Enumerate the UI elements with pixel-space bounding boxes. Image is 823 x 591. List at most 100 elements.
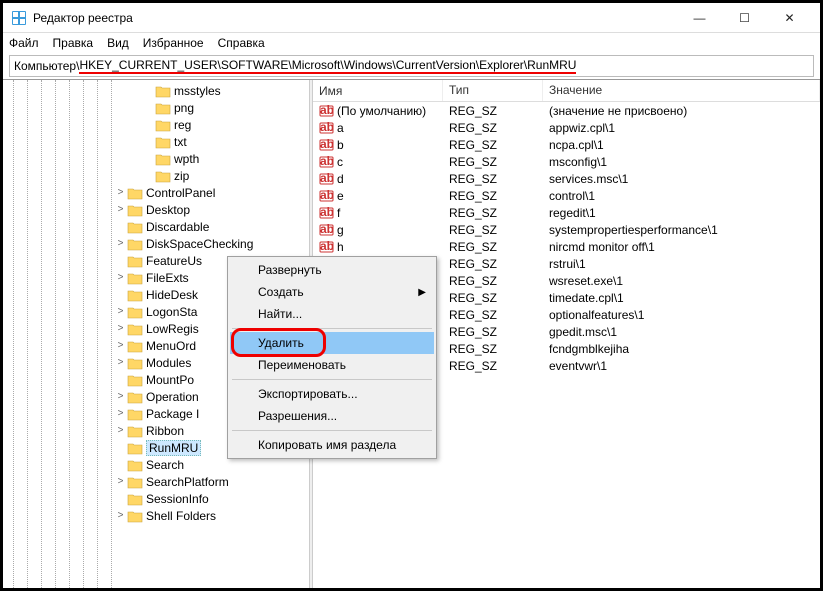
tree-item[interactable]: txt (3, 133, 309, 150)
ctx-create[interactable]: Создать▶ (230, 281, 434, 303)
list-row[interactable]: abeREG_SZcontrol\1 (313, 187, 820, 204)
tree-item[interactable]: png (3, 99, 309, 116)
ctx-permissions[interactable]: Разрешения... (230, 405, 434, 427)
menu-help[interactable]: Справка (218, 36, 265, 50)
menu-view[interactable]: Вид (107, 36, 129, 50)
svg-text:ab: ab (320, 138, 334, 151)
value-type: REG_SZ (443, 138, 543, 152)
tree-item[interactable]: reg (3, 116, 309, 133)
tree-item-label: MountPo (146, 373, 194, 387)
svg-text:ab: ab (320, 240, 334, 253)
value-type: REG_SZ (443, 291, 543, 305)
col-type[interactable]: Тип (443, 80, 543, 101)
tree-item-label: HideDesk (146, 288, 198, 302)
folder-icon (127, 373, 143, 387)
tree-item-label: zip (174, 169, 189, 183)
ctx-export[interactable]: Экспортировать... (230, 383, 434, 405)
list-row[interactable]: abaREG_SZappwiz.cpl\1 (313, 119, 820, 136)
tree-item[interactable]: wpth (3, 150, 309, 167)
tree-item-label: LowRegis (146, 322, 199, 336)
ctx-copyname[interactable]: Копировать имя раздела (230, 434, 434, 456)
folder-icon (127, 475, 143, 489)
value-type: REG_SZ (443, 206, 543, 220)
tree-item[interactable]: >Shell Folders (3, 507, 309, 524)
value-type: REG_SZ (443, 240, 543, 254)
value-name: a (337, 121, 344, 135)
expander-icon[interactable]: > (115, 510, 126, 521)
menu-edit[interactable]: Правка (53, 36, 94, 50)
chevron-right-icon: ▶ (418, 287, 426, 298)
folder-icon (127, 322, 143, 336)
expander-icon[interactable]: > (115, 187, 126, 198)
list-row[interactable]: abb REG_SZncpa.cpl\1 (313, 136, 820, 153)
folder-icon (127, 254, 143, 268)
string-value-icon: ab (319, 206, 335, 220)
expander-icon[interactable]: > (115, 340, 126, 351)
ctx-delete[interactable]: Удалить (230, 332, 434, 354)
tree-item[interactable]: > DiskSpaceChecking (3, 235, 309, 252)
expander-icon[interactable]: > (115, 306, 126, 317)
folder-icon (155, 135, 171, 149)
menu-favorites[interactable]: Избранное (143, 36, 204, 50)
window-title: Редактор реестра (33, 11, 677, 25)
expander-icon[interactable]: > (115, 476, 126, 487)
list-row[interactable]: abgREG_SZsystempropertiesperformance\1 (313, 221, 820, 238)
expander-icon[interactable]: > (115, 238, 126, 249)
ctx-expand[interactable]: Развернуть (230, 259, 434, 281)
expander-icon[interactable]: > (115, 272, 126, 283)
list-row[interactable]: abfREG_SZregedit\1 (313, 204, 820, 221)
folder-icon (127, 203, 143, 217)
tree-item[interactable]: > SearchPlatform (3, 473, 309, 490)
value-data: systempropertiesperformance\1 (543, 223, 820, 237)
expander-icon[interactable]: > (115, 391, 126, 402)
address-bar[interactable]: Компьютер\HKEY_CURRENT_USER\SOFTWARE\Mic… (9, 55, 814, 77)
tree-item-label: DiskSpaceChecking (146, 237, 253, 251)
tree-item[interactable]: >ControlPanel (3, 184, 309, 201)
tree-item-label: Package I (146, 407, 199, 421)
expander-icon[interactable]: > (115, 357, 126, 368)
svg-text:ab: ab (320, 172, 334, 185)
string-value-icon: ab (319, 121, 335, 135)
maximize-button[interactable]: ☐ (722, 3, 767, 32)
tree-item-label: RunMRU (146, 440, 201, 456)
value-name: h (337, 240, 344, 254)
tree-item-label: Modules (146, 356, 191, 370)
address-prefix: Компьютер\ (14, 59, 79, 73)
list-row[interactable]: abhREG_SZnircmd monitor off\1 (313, 238, 820, 255)
tree-item[interactable]: >Desktop (3, 201, 309, 218)
folder-icon (127, 356, 143, 370)
value-data: ncpa.cpl\1 (543, 138, 820, 152)
value-type: REG_SZ (443, 223, 543, 237)
tree-item[interactable]: Discardable (3, 218, 309, 235)
value-type: REG_SZ (443, 257, 543, 271)
tree-item-label: LogonSta (146, 305, 197, 319)
minimize-button[interactable]: — (677, 3, 722, 32)
close-button[interactable]: ✕ (767, 3, 812, 32)
tree-item[interactable]: msstyles (3, 82, 309, 99)
tree-item[interactable]: zip (3, 167, 309, 184)
expander-icon[interactable]: > (115, 425, 126, 436)
svg-text:ab: ab (320, 206, 334, 219)
value-data: fcndgmblkejiha (543, 342, 820, 356)
tree-item-label: SearchPlatform (146, 475, 229, 489)
value-name: b (337, 138, 344, 152)
tree-item[interactable]: SessionInfo (3, 490, 309, 507)
expander-icon[interactable]: > (115, 204, 126, 215)
value-name: f (337, 206, 340, 220)
list-row[interactable]: abdREG_SZservices.msc\1 (313, 170, 820, 187)
col-name[interactable]: Имя (313, 80, 443, 101)
col-data[interactable]: Значение (543, 80, 820, 101)
tree-item-label: Discardable (146, 220, 209, 234)
menu-file[interactable]: Файл (9, 36, 39, 50)
folder-icon (127, 288, 143, 302)
svg-text:ab: ab (320, 121, 334, 134)
list-row[interactable]: ab(По умолчанию)REG_SZ(значение не присв… (313, 102, 820, 119)
list-row[interactable]: abcREG_SZmsconfig\1 (313, 153, 820, 170)
value-data: control\1 (543, 189, 820, 203)
folder-icon (127, 305, 143, 319)
ctx-rename[interactable]: Переименовать (230, 354, 434, 376)
expander-icon[interactable]: > (115, 323, 126, 334)
ctx-find[interactable]: Найти... (230, 303, 434, 325)
value-type: REG_SZ (443, 189, 543, 203)
expander-icon[interactable]: > (115, 408, 126, 419)
